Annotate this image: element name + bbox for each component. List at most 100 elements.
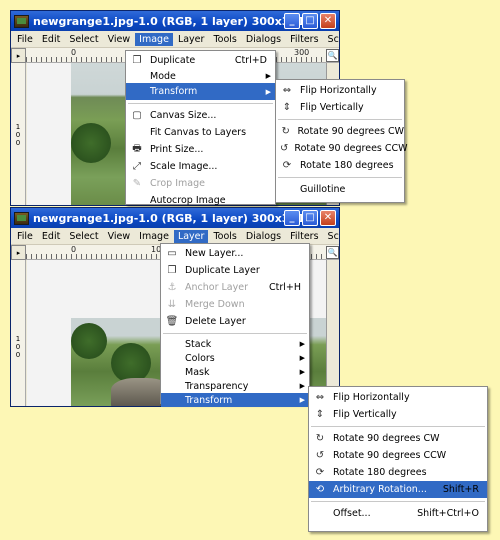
image-thumbnail-icon <box>14 14 29 28</box>
merge-down-icon: ⇊ <box>167 299 177 310</box>
menu-item-duplicate-layer[interactable]: ❐ Duplicate Layer <box>161 262 309 279</box>
menu-item-anchor-layer: ⚓ Anchor Layer Ctrl+H <box>161 279 309 296</box>
menu-file[interactable]: File <box>13 230 37 243</box>
menu-edit[interactable]: Edit <box>38 230 64 243</box>
vertical-ruler: 100 <box>11 260 26 406</box>
menu-item-flip-vertically[interactable]: ⇕ Flip Vertically <box>276 99 404 116</box>
maximize-icon[interactable]: □ <box>302 13 318 29</box>
menu-item-rotate-cw[interactable]: ↻ Rotate 90 degrees CW <box>276 123 404 140</box>
menu-item-canvas-size[interactable]: ▢ Canvas Size... <box>126 107 275 124</box>
menu-dialogs[interactable]: Dialogs <box>242 33 285 46</box>
menu-item-new-layer[interactable]: ▭ New Layer... <box>161 245 309 262</box>
image-thumbnail-icon <box>14 211 29 225</box>
flip-vertical-icon: ⇕ <box>315 409 325 420</box>
window-title: newgrange1.jpg-1.0 (RGB, 1 layer) 300x30… <box>33 211 305 225</box>
menu-script-fu[interactable]: Script-Fu <box>324 33 339 46</box>
transform-submenu-2: ⇔ Flip Horizontally ⇕ Flip Vertically ↻ Rot… <box>308 386 488 532</box>
menu-item-mask[interactable]: Mask ▶ <box>161 365 309 379</box>
menu-item-rotate-ccw[interactable]: ↺ Rotate 90 degrees CCW <box>309 447 487 464</box>
menu-dialogs[interactable]: Dialogs <box>242 230 285 243</box>
submenu-arrow-icon: ▶ <box>265 87 271 96</box>
scale-icon: ⤢ <box>133 161 141 172</box>
rotate-ccw-icon: ↺ <box>280 143 289 154</box>
menu-edit[interactable]: Edit <box>38 33 64 46</box>
title-bar[interactable]: newgrange1.jpg-1.0 (RGB, 1 layer) 300x30… <box>11 208 339 228</box>
menu-item-flip-vertically[interactable]: ⇕ Flip Vertically <box>309 406 487 423</box>
menu-item-guillotine[interactable]: Guillotine <box>276 181 404 198</box>
menu-separator <box>311 426 485 427</box>
print-size-icon: 🖶 <box>132 143 142 154</box>
ruler-label-start: 0 <box>71 48 77 57</box>
menu-view[interactable]: View <box>104 230 135 243</box>
arbitrary-rotation-icon: ⟲ <box>315 484 325 495</box>
menu-item-transform[interactable]: Transform ▶ <box>126 83 275 100</box>
menu-image[interactable]: Image <box>135 32 173 46</box>
vertical-ruler: 100 <box>11 63 26 205</box>
menu-select[interactable]: Select <box>65 230 102 243</box>
vertical-scrollbar[interactable] <box>326 260 339 406</box>
menu-item-transform[interactable]: Transform ▶ <box>161 393 309 407</box>
submenu-arrow-icon: ▶ <box>265 72 271 80</box>
menu-filters[interactable]: Filters <box>286 230 322 243</box>
minimize-icon[interactable]: _ <box>284 210 300 226</box>
menu-item-rotate-ccw[interactable]: ↺ Rotate 90 degrees CCW <box>276 140 408 157</box>
menu-item-delete-layer[interactable]: 🗑 Delete Layer <box>161 313 309 330</box>
flip-vertical-icon: ⇕ <box>282 102 292 113</box>
ruler-label-start: 0 <box>71 245 77 254</box>
menu-separator <box>278 177 402 178</box>
new-layer-icon: ▭ <box>167 248 177 259</box>
submenu-arrow-icon: ▶ <box>299 382 305 390</box>
menu-item-scale-image[interactable]: ⤢ Scale Image... <box>126 158 275 175</box>
submenu-arrow-icon: ▶ <box>299 340 305 348</box>
menu-separator <box>278 119 402 120</box>
menu-item-duplicate[interactable]: ❐ Duplicate Ctrl+D <box>126 52 275 69</box>
menu-item-rotate-180[interactable]: ⟳ Rotate 180 degrees <box>309 464 487 481</box>
close-icon[interactable]: ✕ <box>320 210 336 226</box>
crop-icon: ✎ <box>132 178 142 189</box>
submenu-arrow-icon: ▶ <box>299 354 305 362</box>
menu-item-stack[interactable]: Stack ▶ <box>161 337 309 351</box>
menu-separator <box>128 103 273 104</box>
menubar: File Edit Select View Image Layer Tools … <box>11 31 339 48</box>
quickmask-corner-button[interactable]: ▸ <box>11 245 26 260</box>
menu-file[interactable]: File <box>13 33 37 46</box>
canvas-size-icon: ▢ <box>132 110 142 121</box>
menu-item-rotate-180[interactable]: ⟳ Rotate 180 degrees <box>276 157 404 174</box>
menu-filters[interactable]: Filters <box>286 33 322 46</box>
menu-layer[interactable]: Layer <box>173 229 209 243</box>
menu-item-print-size[interactable]: 🖶 Print Size... <box>126 141 275 158</box>
duplicate-layer-icon: ❐ <box>167 265 177 276</box>
close-icon[interactable]: ✕ <box>320 13 336 29</box>
rotate-180-icon: ⟳ <box>315 467 325 478</box>
image-menu: ❐ Duplicate Ctrl+D Mode ▶ Transform ▶ ▢ Canva… <box>125 50 276 206</box>
zoom-icon[interactable]: 🔍 <box>326 49 339 62</box>
window-title: newgrange1.jpg-1.0 (RGB, 1 layer) 300x30… <box>33 14 305 28</box>
menu-tools[interactable]: Tools <box>209 230 240 243</box>
menu-image[interactable]: Image <box>135 230 173 243</box>
flip-horizontal-icon: ⇔ <box>315 392 325 403</box>
menu-tools[interactable]: Tools <box>209 33 240 46</box>
menu-item-arbitrary-rotation[interactable]: ⟲ Arbitrary Rotation... Shift+R <box>309 481 487 498</box>
menu-script-fu[interactable]: Script-Fu <box>324 230 339 243</box>
rotate-ccw-icon: ↺ <box>315 450 325 461</box>
menu-item-transparency[interactable]: Transparency ▶ <box>161 379 309 393</box>
zoom-icon[interactable]: 🔍 <box>326 246 339 259</box>
menu-view[interactable]: View <box>104 33 135 46</box>
menu-item-flip-horizontally[interactable]: ⇔ Flip Horizontally <box>276 82 404 99</box>
duplicate-icon: ❐ <box>132 55 142 66</box>
submenu-arrow-icon: ▶ <box>299 396 305 404</box>
menu-separator <box>311 501 485 502</box>
maximize-icon[interactable]: □ <box>302 210 318 226</box>
menu-item-fit-canvas[interactable]: Fit Canvas to Layers <box>126 124 275 141</box>
menu-item-flip-horizontally[interactable]: ⇔ Flip Horizontally <box>309 389 487 406</box>
menu-item-rotate-cw[interactable]: ↻ Rotate 90 degrees CW <box>309 430 487 447</box>
submenu-arrow-icon: ▶ <box>299 368 305 376</box>
menu-item-mode[interactable]: Mode ▶ <box>126 69 275 83</box>
quickmask-corner-button[interactable]: ▸ <box>11 48 26 63</box>
minimize-icon[interactable]: _ <box>284 13 300 29</box>
title-bar[interactable]: newgrange1.jpg-1.0 (RGB, 1 layer) 300x30… <box>11 11 339 31</box>
menu-item-offset[interactable]: Offset... Shift+Ctrl+O <box>309 505 487 522</box>
menu-select[interactable]: Select <box>65 33 102 46</box>
menu-item-colors[interactable]: Colors ▶ <box>161 351 309 365</box>
menu-layer[interactable]: Layer <box>174 33 209 46</box>
